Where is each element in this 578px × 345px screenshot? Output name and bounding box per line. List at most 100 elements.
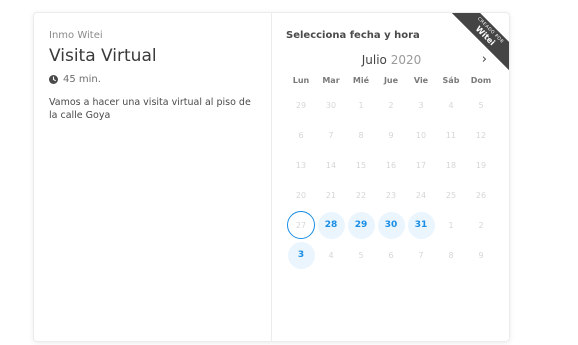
calendar-day-disabled: 1 bbox=[346, 90, 376, 120]
day-number: 2 bbox=[388, 100, 394, 110]
day-number: 22 bbox=[355, 190, 367, 200]
day-number: 4 bbox=[328, 250, 334, 260]
calendar-day-disabled: 24 bbox=[406, 180, 436, 210]
calendar-day-disabled: 10 bbox=[406, 120, 436, 150]
day-number: 7 bbox=[328, 130, 334, 140]
day-number: 7 bbox=[418, 250, 424, 260]
calendar-day-disabled: 23 bbox=[376, 180, 406, 210]
calendar-day-disabled: 17 bbox=[406, 150, 436, 180]
event-title: Visita Virtual bbox=[49, 46, 157, 66]
event-details-panel: Inmo Witei Visita Virtual 45 min. Vamos … bbox=[34, 13, 272, 341]
day-number: 17 bbox=[415, 160, 427, 170]
date-picker-panel: Selecciona fecha y hora Julio 2020 › Lun… bbox=[272, 13, 509, 341]
day-number: 28 bbox=[317, 211, 345, 239]
day-number: 16 bbox=[385, 160, 397, 170]
day-number: 31 bbox=[407, 211, 435, 239]
day-number: 1 bbox=[358, 100, 364, 110]
day-number: 1 bbox=[448, 220, 454, 230]
day-number: 8 bbox=[358, 130, 364, 140]
calendar-day-disabled: 26 bbox=[466, 180, 496, 210]
day-number: 3 bbox=[287, 241, 315, 269]
calendar-day-disabled: 15 bbox=[346, 150, 376, 180]
calendar-day-disabled: 12 bbox=[466, 120, 496, 150]
calendar-day-disabled: 6 bbox=[376, 240, 406, 270]
calendar-day-disabled: 21 bbox=[316, 180, 346, 210]
calendar-day-disabled: 5 bbox=[346, 240, 376, 270]
calendar-day-disabled: 6 bbox=[286, 120, 316, 150]
day-number: 24 bbox=[415, 190, 427, 200]
day-number: 29 bbox=[347, 211, 375, 239]
calendar-day-disabled: 7 bbox=[316, 120, 346, 150]
calendar-day-disabled: 2 bbox=[466, 210, 496, 240]
day-number: 30 bbox=[377, 211, 405, 239]
calendar-day-disabled: 8 bbox=[346, 120, 376, 150]
day-number: 15 bbox=[355, 160, 367, 170]
weekday-label: Jue bbox=[383, 76, 399, 85]
day-number: 30 bbox=[325, 100, 337, 110]
day-number: 2 bbox=[478, 220, 484, 230]
calendar-day-disabled: 11 bbox=[436, 120, 466, 150]
scheduler-card: Inmo Witei Visita Virtual 45 min. Vamos … bbox=[33, 12, 510, 342]
duration-label: 45 min. bbox=[63, 74, 101, 85]
day-number: 29 bbox=[295, 100, 307, 110]
calendar-day-disabled: 16 bbox=[376, 150, 406, 180]
calendar-day-available[interactable]: 3 bbox=[286, 240, 316, 270]
calendar-day-disabled: 1 bbox=[436, 210, 466, 240]
month-name: Julio bbox=[361, 53, 387, 67]
month-navigation: Julio 2020 › bbox=[286, 52, 497, 67]
organizer-name: Inmo Witei bbox=[49, 30, 103, 41]
weekday-label: Mié bbox=[352, 76, 370, 85]
date-picker-heading: Selecciona fecha y hora bbox=[286, 30, 420, 41]
calendar-day-available[interactable]: 30 bbox=[376, 210, 406, 240]
day-number: 12 bbox=[475, 130, 487, 140]
calendar-day-disabled: 4 bbox=[436, 90, 466, 120]
calendar-day-disabled: 29 bbox=[286, 90, 316, 120]
calendar-grid: 29 30 1 2 3 4 5 6 7 8 9 10 11 12 13 14 15 16 17 18 19 20 21 22 2… bbox=[286, 90, 497, 270]
day-number: 21 bbox=[325, 190, 337, 200]
day-number: 18 bbox=[445, 160, 457, 170]
day-number: 14 bbox=[325, 160, 337, 170]
weekday-label: Vie bbox=[413, 76, 429, 85]
day-number: 10 bbox=[415, 130, 427, 140]
day-number: 27 bbox=[287, 211, 315, 239]
day-number: 19 bbox=[475, 160, 487, 170]
day-number: 8 bbox=[448, 250, 454, 260]
day-number: 11 bbox=[445, 130, 457, 140]
clock-icon bbox=[49, 75, 58, 84]
day-number: 6 bbox=[298, 130, 304, 140]
calendar-day-today: 27 bbox=[286, 210, 316, 240]
calendar-day-available[interactable]: 31 bbox=[406, 210, 436, 240]
event-description: Vamos a hacer una visita virtual al piso… bbox=[49, 97, 251, 121]
calendar-day-disabled: 19 bbox=[466, 150, 496, 180]
calendar-day-disabled: 13 bbox=[286, 150, 316, 180]
calendar-day-disabled: 8 bbox=[436, 240, 466, 270]
weekday-header: Lun Mar Mié Jue Vie Sáb Dom bbox=[286, 76, 497, 85]
calendar-day-available[interactable]: 28 bbox=[316, 210, 346, 240]
day-number: 9 bbox=[388, 130, 394, 140]
calendar-day-disabled: 7 bbox=[406, 240, 436, 270]
day-number: 20 bbox=[295, 190, 307, 200]
event-duration: 45 min. bbox=[49, 74, 256, 85]
month-year: 2020 bbox=[390, 53, 422, 67]
chevron-right-icon[interactable]: › bbox=[482, 52, 487, 67]
calendar-day-available[interactable]: 29 bbox=[346, 210, 376, 240]
day-number: 5 bbox=[478, 100, 484, 110]
calendar-day-disabled: 3 bbox=[406, 90, 436, 120]
day-number: 13 bbox=[295, 160, 307, 170]
calendar-day-disabled: 9 bbox=[466, 240, 496, 270]
weekday-label: Lun bbox=[292, 76, 310, 85]
calendar-day-disabled: 5 bbox=[466, 90, 496, 120]
calendar-day-disabled: 4 bbox=[316, 240, 346, 270]
weekday-label: Sáb bbox=[442, 76, 460, 85]
calendar-day-disabled: 20 bbox=[286, 180, 316, 210]
calendar-day-disabled: 14 bbox=[316, 150, 346, 180]
calendar-day-disabled: 30 bbox=[316, 90, 346, 120]
calendar-day-disabled: 22 bbox=[346, 180, 376, 210]
calendar-day-disabled: 9 bbox=[376, 120, 406, 150]
day-number: 6 bbox=[388, 250, 394, 260]
weekday-label: Mar bbox=[322, 76, 340, 85]
day-number: 4 bbox=[448, 100, 454, 110]
calendar-day-disabled: 2 bbox=[376, 90, 406, 120]
day-number: 26 bbox=[475, 190, 487, 200]
day-number: 25 bbox=[445, 190, 457, 200]
